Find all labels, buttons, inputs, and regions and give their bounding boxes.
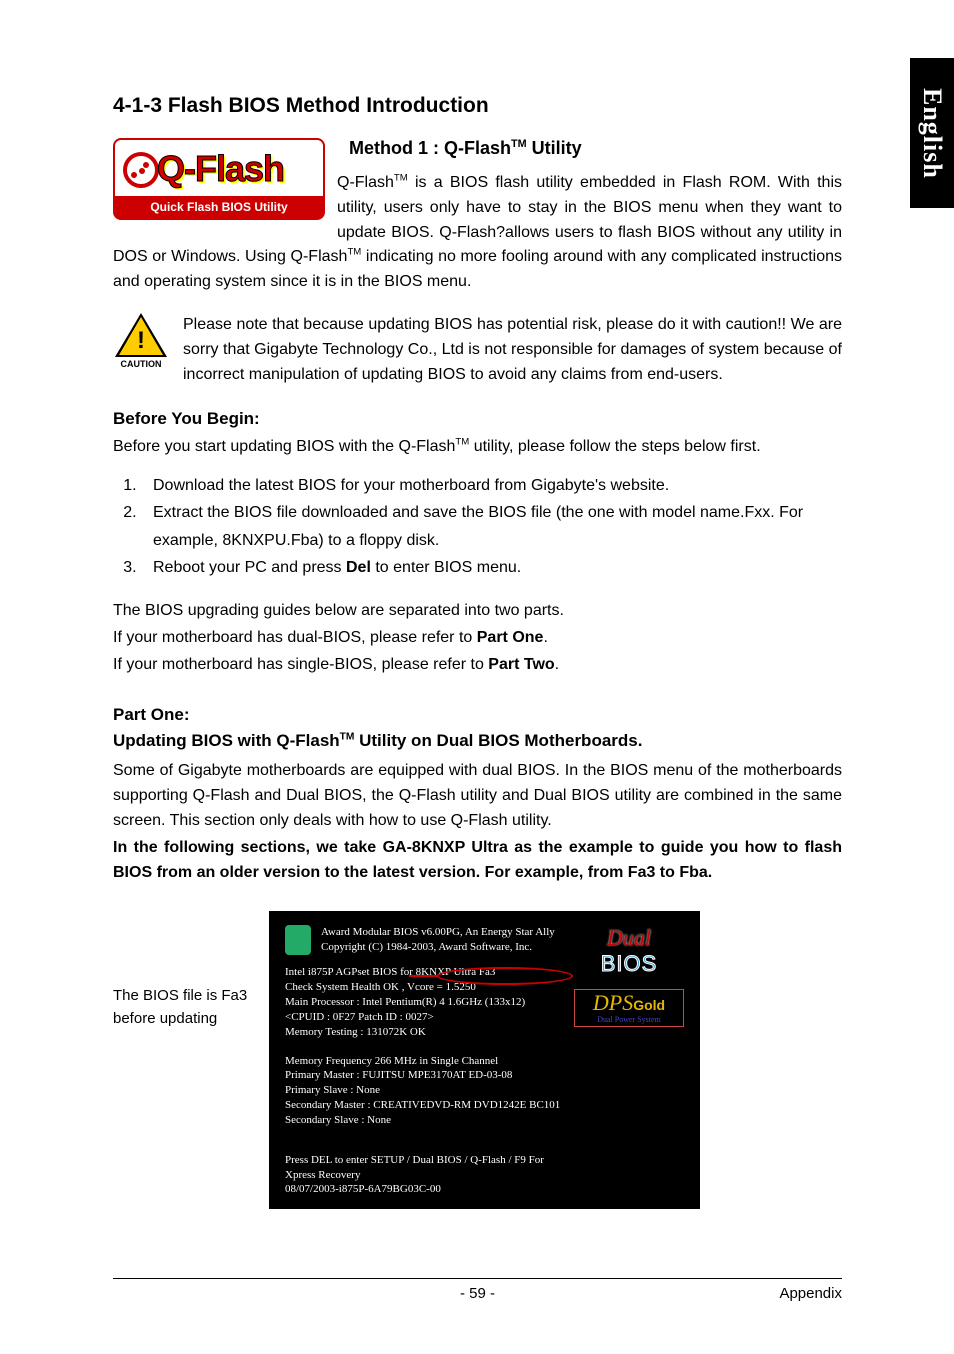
qflash-logo-sub: Quick Flash BIOS Utility: [115, 196, 323, 218]
bios-line: Memory Frequency 266 MHz in Single Chann…: [285, 1054, 684, 1069]
page-footer: - 59 - Appendix: [113, 1278, 842, 1302]
caution-text: Please note that because updating BIOS h…: [113, 313, 842, 387]
qflash-logo: Q-Flash Quick Flash BIOS Utility: [113, 138, 325, 220]
bios-line: 08/07/2003-i875P-6A79BG03C-00: [285, 1182, 550, 1197]
before-heading: Before You Begin:: [113, 409, 842, 429]
method1-block: Q-Flash Quick Flash BIOS Utility Method …: [113, 138, 842, 295]
partone-subheading: Updating BIOS with Q-FlashTM Utility on …: [113, 731, 842, 751]
qflash-logo-word: Q-Flash: [157, 148, 284, 190]
epa-icon: [285, 925, 311, 955]
list-item: Download the latest BIOS for your mother…: [141, 472, 842, 499]
guides-line: If your motherboard has single-BIOS, ple…: [113, 653, 842, 678]
bios-screen: Award Modular BIOS v6.00PG, An Energy St…: [269, 911, 700, 1209]
bios-line: Press DEL to enter SETUP / Dual BIOS / Q…: [285, 1153, 550, 1183]
list-item: Extract the BIOS file downloaded and sav…: [141, 499, 842, 553]
bios-line: Primary Slave : None: [285, 1083, 684, 1098]
dual-bios-logo: Dual BIOS DPSGold Dual Power System: [574, 925, 684, 1027]
bios-line: Award Modular BIOS v6.00PG, An Energy St…: [321, 925, 555, 940]
method1-title: Method 1 : Q-FlashTM Utility: [349, 138, 842, 159]
partone-heading: Part One:: [113, 705, 842, 725]
language-tab: English: [910, 58, 954, 208]
bios-line: Secondary Master : CREATIVEDVD-RM DVD124…: [285, 1098, 684, 1113]
caution-label: CAUTION: [113, 359, 169, 369]
bios-line: Secondary Slave : None: [285, 1113, 684, 1128]
bios-caption: The BIOS file is Fa3 before updating: [113, 911, 269, 1030]
guides-line: The BIOS upgrading guides below are sepa…: [113, 599, 842, 624]
partone-p2: In the following sections, we take GA-8K…: [113, 836, 842, 886]
language-tab-label: English: [917, 88, 947, 179]
before-intro: Before you start updating BIOS with the …: [113, 435, 842, 460]
caution-block: ! CAUTION Please note that because updat…: [113, 313, 842, 387]
list-item: Reboot your PC and press Del to enter BI…: [141, 554, 842, 581]
before-steps: Download the latest BIOS for your mother…: [123, 472, 842, 581]
bios-line: Copyright (C) 1984-2003, Award Software,…: [321, 940, 555, 955]
caution-icon: ! CAUTION: [113, 313, 169, 369]
bios-screenshot-row: The BIOS file is Fa3 before updating Awa…: [113, 911, 842, 1209]
partone-p1: Some of Gigabyte motherboards are equipp…: [113, 759, 842, 833]
page-content: 4-1-3 Flash BIOS Method Introduction Q-F…: [113, 94, 842, 1209]
bios-line: Primary Master : FUJITSU MPE3170AT ED-03…: [285, 1068, 684, 1083]
footer-page-number: - 59 -: [113, 1285, 842, 1302]
section-title: 4-1-3 Flash BIOS Method Introduction: [113, 94, 842, 118]
guides-line: If your motherboard has dual-BIOS, pleas…: [113, 626, 842, 651]
